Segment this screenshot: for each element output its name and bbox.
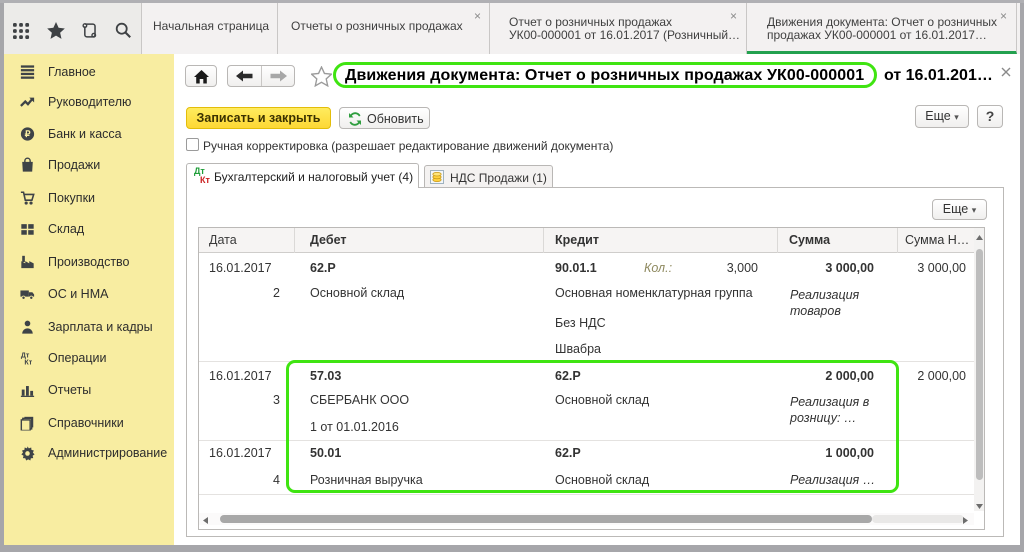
svg-text:Дт: Дт — [21, 353, 30, 360]
svg-text:Кт: Кт — [24, 360, 32, 366]
svg-text:₽: ₽ — [25, 129, 31, 139]
